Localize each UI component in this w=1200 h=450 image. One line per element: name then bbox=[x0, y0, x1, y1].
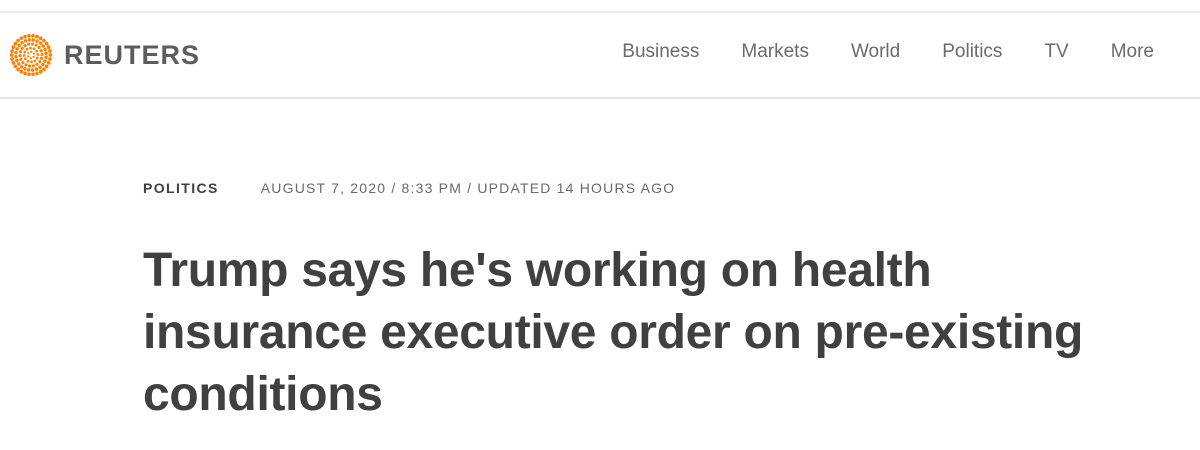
nav-item-more[interactable]: More bbox=[1111, 41, 1154, 63]
section-label[interactable]: POLITICS bbox=[143, 180, 219, 196]
logo-wordmark: REUTERS bbox=[64, 39, 201, 70]
nav-item-tv[interactable]: TV bbox=[1044, 41, 1068, 63]
reuters-dot-circle-icon bbox=[9, 33, 53, 77]
main-nav: Business Markets World Politics TV More bbox=[580, 41, 1154, 63]
nav-item-politics[interactable]: Politics bbox=[942, 41, 1002, 63]
nav-item-world[interactable]: World bbox=[851, 41, 900, 63]
nav-item-markets[interactable]: Markets bbox=[741, 41, 809, 63]
article-meta: POLITICS AUGUST 7, 2020 / 8:33 PM / UPDA… bbox=[143, 180, 675, 196]
reuters-logo[interactable]: REUTERS bbox=[8, 33, 200, 77]
site-header: REUTERS Business Markets World Politics … bbox=[0, 13, 1200, 99]
article-headline: Trump says he's working on health insura… bbox=[143, 244, 1084, 421]
nav-item-business[interactable]: Business bbox=[622, 41, 699, 63]
article-dateline: AUGUST 7, 2020 / 8:33 PM / UPDATED 14 HO… bbox=[260, 180, 676, 196]
